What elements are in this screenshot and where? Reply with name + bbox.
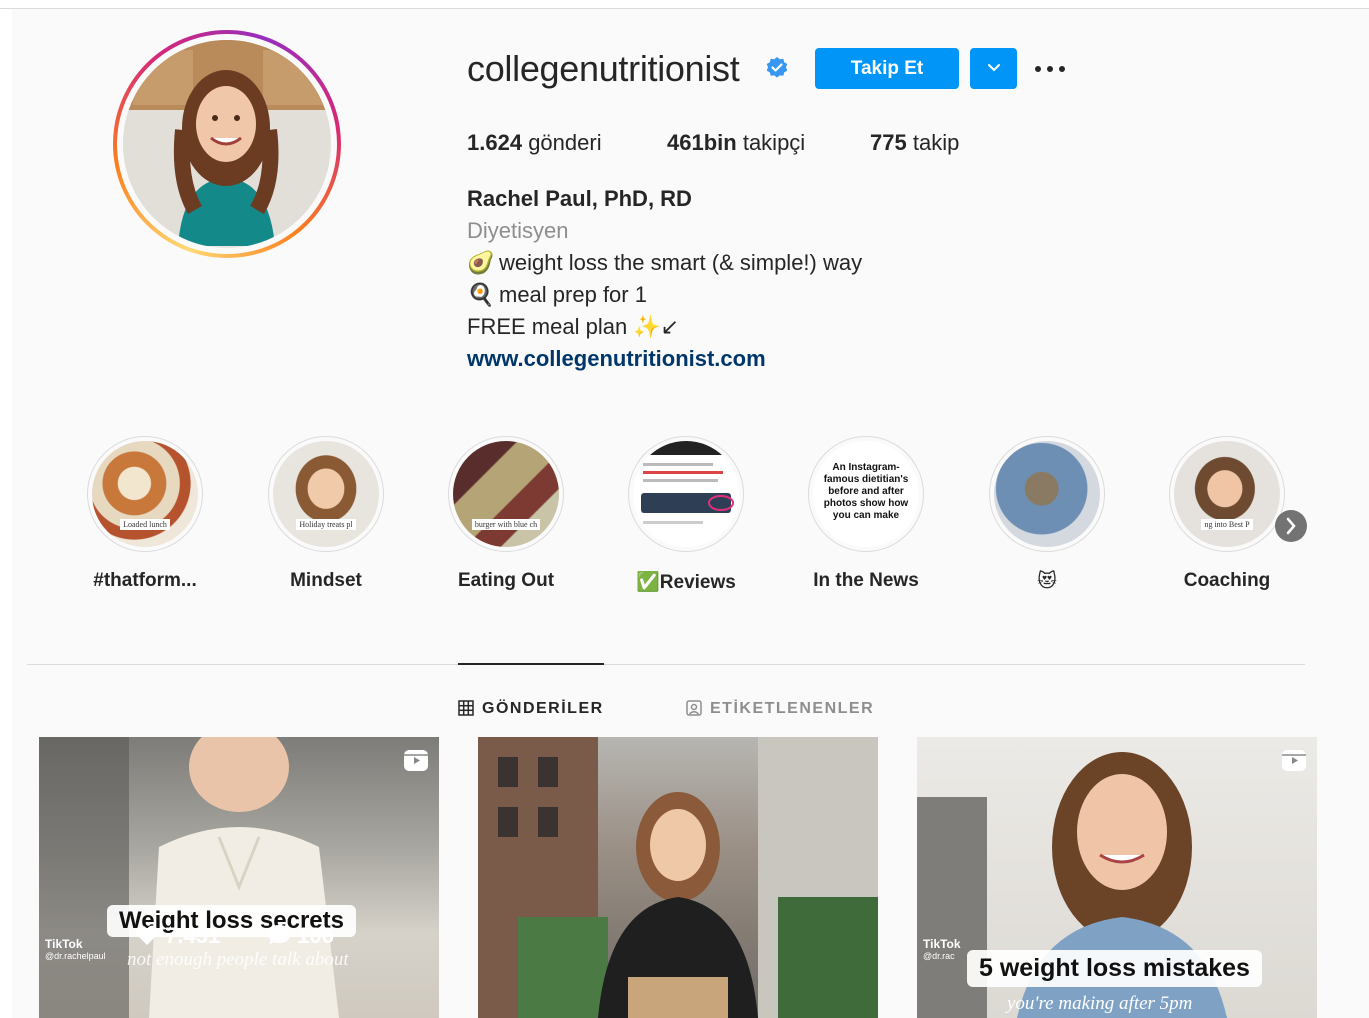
tab-tagged[interactable]: ETİKETLENENLER bbox=[686, 700, 874, 718]
more-options-icon[interactable] bbox=[1030, 56, 1070, 82]
tab-posts-label: GÖNDERİLER bbox=[482, 700, 604, 717]
highlight-label: #thatform... bbox=[93, 570, 197, 591]
post-thumbnail[interactable] bbox=[478, 737, 878, 1018]
following-count: 775 bbox=[870, 130, 907, 155]
followers-count: 461bin bbox=[667, 130, 737, 155]
highlight-caption: ng into Best P bbox=[1201, 519, 1253, 530]
active-tab-indicator bbox=[458, 663, 604, 665]
highlight-item[interactable]: ✅Reviews bbox=[606, 436, 766, 594]
highlight-label: In the News bbox=[813, 570, 919, 591]
cooking-icon: 🍳 bbox=[467, 282, 495, 307]
profile-username: collegenutritionist bbox=[467, 48, 740, 89]
tagged-user-icon bbox=[686, 700, 702, 716]
highlight-caption: burger with blue ch bbox=[471, 519, 541, 530]
profile-category: Diyetisyen bbox=[467, 218, 569, 243]
highlight-caption: Loaded lunch bbox=[120, 519, 170, 530]
highlight-item[interactable]: burger with blue ch Eating Out bbox=[426, 436, 586, 592]
tiktok-watermark: TikTok @dr.rac bbox=[923, 937, 961, 961]
highlight-label: ✅Reviews bbox=[636, 572, 736, 593]
highlight-label: 😻 bbox=[1037, 571, 1057, 592]
verified-badge-icon bbox=[766, 57, 788, 78]
followers-stat[interactable]: 461bin takipçi bbox=[667, 130, 805, 156]
profile-full-name: Rachel Paul, PhD, RD bbox=[467, 186, 692, 211]
tiktok-source: TikTok bbox=[923, 937, 961, 951]
likes-count: 7.451 bbox=[165, 923, 221, 948]
highlight-caption: An Instagram-famous dietitian's before a… bbox=[823, 462, 909, 521]
tiktok-handle: @dr.rachelpaul bbox=[45, 951, 106, 961]
profile-website-link[interactable]: www.collegenutritionist.com bbox=[467, 346, 766, 372]
bio-text: FREE meal plan ✨↙ bbox=[467, 314, 680, 339]
post-thumbnail[interactable]: TikTok @dr.rachelpaul Weight loss secret… bbox=[39, 737, 439, 1018]
highlights-next-button[interactable] bbox=[1275, 510, 1307, 542]
following-label: takip bbox=[912, 130, 960, 155]
following-stat[interactable]: 775 takip bbox=[870, 130, 959, 156]
post-subcaption: not enough people talk about bbox=[127, 949, 349, 970]
reels-icon bbox=[1282, 750, 1306, 771]
grid-icon bbox=[458, 700, 474, 716]
post-thumbnail[interactable]: TikTok @dr.rac 5 weight loss mistakes yo… bbox=[917, 737, 1317, 1018]
highlight-label: Mindset bbox=[290, 570, 362, 591]
bio-text: meal prep for 1 bbox=[499, 282, 647, 307]
post-likes: 7.451 bbox=[135, 923, 220, 949]
post-subcaption: you're making after 5pm bbox=[1007, 993, 1193, 1014]
highlight-label: Eating Out bbox=[457, 570, 555, 591]
comment-icon bbox=[268, 925, 290, 945]
comments-count: 106 bbox=[297, 923, 334, 948]
bio-line: FREE meal plan ✨↙ bbox=[467, 314, 679, 340]
bio-line: 🍳 meal prep for 1 bbox=[467, 282, 647, 308]
chevron-down-icon bbox=[987, 64, 1000, 72]
tab-posts[interactable]: GÖNDERİLER bbox=[458, 700, 604, 718]
tiktok-watermark: TikTok @dr.rachelpaul bbox=[45, 937, 106, 961]
highlight-caption: Holiday treats pl bbox=[296, 519, 356, 530]
suggested-dropdown-button[interactable] bbox=[970, 48, 1017, 89]
tiktok-handle: @dr.rac bbox=[923, 951, 955, 961]
post-comments: 106 bbox=[267, 923, 334, 949]
follow-button[interactable]: Takip Et bbox=[815, 48, 959, 89]
bio-line: 🥑 weight loss the smart (& simple!) way bbox=[467, 250, 862, 276]
heart-icon bbox=[136, 925, 158, 945]
highlight-label: Coaching bbox=[1183, 570, 1271, 591]
tiktok-source: TikTok bbox=[45, 937, 83, 951]
highlight-item[interactable]: Holiday treats pl Mindset bbox=[246, 436, 406, 592]
reels-icon bbox=[404, 750, 428, 771]
profile-avatar[interactable] bbox=[113, 30, 341, 258]
bio-text: weight loss the smart (& simple!) way bbox=[499, 250, 863, 275]
posts-label: gönderi bbox=[528, 130, 602, 155]
tab-tagged-label: ETİKETLENENLER bbox=[710, 700, 875, 717]
avocado-icon: 🥑 bbox=[467, 250, 495, 275]
followers-label: takipçi bbox=[742, 130, 806, 155]
highlight-item[interactable]: An Instagram-famous dietitian's before a… bbox=[786, 436, 946, 592]
posts-count: 1.624 bbox=[467, 130, 523, 155]
tabs-divider bbox=[27, 664, 1305, 665]
posts-stat: 1.624 gönderi bbox=[467, 130, 602, 156]
post-caption: 5 weight loss mistakes bbox=[967, 950, 1262, 987]
highlight-item[interactable]: 😻 bbox=[967, 436, 1127, 593]
highlight-item[interactable]: Loaded lunch #thatform... bbox=[65, 436, 225, 592]
chevron-right-icon bbox=[1286, 517, 1296, 535]
